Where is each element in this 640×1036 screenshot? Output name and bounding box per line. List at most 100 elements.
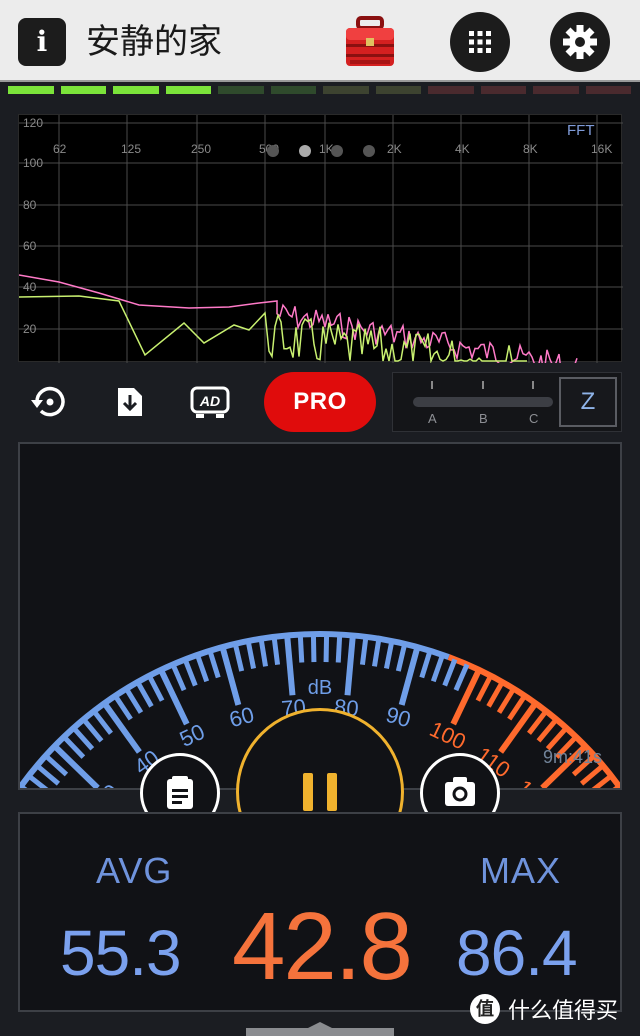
led-segment — [113, 86, 159, 94]
spectrum-fft-label: FFT — [567, 122, 595, 139]
meter-tick — [545, 726, 569, 751]
meter-tick — [496, 687, 516, 714]
spectrum-y-tick: 20 — [23, 322, 37, 336]
meter-tick — [475, 674, 494, 702]
meter-tick — [579, 763, 605, 786]
download-icon[interactable] — [108, 380, 152, 424]
avg-value: 55.3 — [60, 917, 182, 989]
spectrum-x-tick: 62 — [53, 142, 67, 156]
watermark-logo: 值 — [470, 994, 500, 1024]
reset-icon[interactable] — [28, 380, 72, 424]
gear-icon — [563, 25, 597, 59]
meter-tick — [170, 663, 187, 692]
weighting-tick — [482, 381, 484, 389]
elapsed-timer: 9m:41s — [542, 747, 602, 767]
spectrum-x-tick: 2K — [387, 142, 402, 156]
spectrum-y-tick: 60 — [23, 239, 37, 253]
meter-tick — [91, 709, 113, 735]
meter-tick — [113, 694, 133, 721]
spectrum-x-tick: 250 — [191, 142, 211, 156]
meter-tick — [284, 635, 296, 696]
led-segment — [323, 86, 369, 94]
drawer-handle[interactable] — [246, 1022, 394, 1036]
weighting-tick — [532, 381, 534, 389]
level-led-strip — [8, 86, 634, 94]
weighting-c[interactable]: C — [529, 411, 538, 426]
apps-button[interactable] — [450, 12, 510, 72]
led-segment — [270, 86, 316, 94]
avg-label: AVG — [96, 850, 173, 891]
meter-tick — [453, 663, 470, 692]
settings-button[interactable] — [550, 12, 610, 72]
max-label: MAX — [480, 850, 562, 891]
meter-tick — [81, 717, 104, 743]
top-bar: i 安静的家 — [0, 0, 640, 82]
page-title: 安静的家 — [86, 22, 222, 62]
weighting-b[interactable]: B — [479, 411, 488, 426]
meter-tick — [536, 717, 559, 743]
led-segment — [428, 86, 474, 94]
meter-tick — [135, 680, 154, 708]
led-segment — [585, 86, 631, 94]
meter-tick — [486, 680, 505, 708]
led-segment — [533, 86, 579, 94]
spectrum-y-tick: 100 — [23, 156, 43, 170]
meter-tick — [35, 763, 61, 786]
readout-panel: AVG MAX 55.3 42.8 86.4 — [18, 812, 622, 1012]
pro-button[interactable]: PRO — [264, 372, 376, 432]
spectrum-y-tick: 120 — [23, 116, 43, 130]
spectrum-y-tick: 40 — [23, 280, 37, 294]
weighting-z-button[interactable]: Z — [559, 377, 617, 427]
weighting-slider[interactable] — [413, 397, 553, 407]
meter-tick — [344, 635, 356, 696]
spectrum-x-tick: 8K — [523, 142, 538, 156]
meter-tick — [245, 640, 257, 669]
max-value: 86.4 — [456, 917, 578, 989]
page-indicator-dot — [267, 145, 279, 157]
page-indicator-dot — [299, 145, 311, 157]
meter-tick — [258, 638, 269, 667]
meter-tick — [158, 668, 190, 726]
meter-tick — [419, 650, 433, 679]
led-segment — [218, 86, 264, 94]
meter-tick — [232, 643, 245, 672]
meter-tick — [527, 709, 549, 735]
info-icon: i — [36, 25, 48, 58]
meter-tick — [442, 658, 458, 687]
spectrum-y-tick: 80 — [23, 198, 37, 212]
info-button[interactable]: i — [18, 18, 66, 66]
spectrum-x-tick: 125 — [121, 142, 141, 156]
fft-spectrum-panel[interactable]: 12010080604020621252505001K2K4K8K16KFFT — [18, 114, 623, 379]
toolbox-icon[interactable] — [344, 14, 396, 68]
meter-tick — [335, 634, 343, 663]
watermark-text: 什么值得买 — [508, 999, 619, 1024]
meter-tick — [297, 634, 305, 663]
frequency-weighting-panel: A B C Z — [392, 372, 622, 432]
led-segment — [60, 86, 106, 94]
weighting-a[interactable]: A — [428, 411, 437, 426]
page-indicator-dot — [363, 145, 375, 157]
meter-scale-label: 100 — [426, 716, 470, 754]
unit-label: dB — [308, 677, 332, 699]
weighting-tick — [431, 381, 433, 389]
watermark: 值 什么值得买 — [470, 992, 618, 1026]
meter-tick — [271, 636, 281, 665]
meter-scale-label: 50 — [176, 719, 209, 752]
meter-tick — [207, 650, 221, 679]
spectrum-x-tick: 4K — [455, 142, 470, 156]
spectrum-x-tick: 16K — [591, 142, 612, 156]
fft-spectrum-chart: 12010080604020621252505001K2K4K8K16KFFT — [18, 115, 623, 379]
svg-text:AD: AD — [199, 393, 220, 409]
meter-tick — [146, 674, 165, 702]
meter-tick — [195, 654, 210, 683]
apps-grid-icon — [469, 31, 491, 53]
meter-tick — [182, 658, 198, 687]
meter-tick — [359, 636, 369, 665]
ad-icon[interactable]: AD — [188, 380, 232, 424]
page-indicator-dot — [331, 145, 343, 157]
meter-tick — [450, 668, 482, 726]
meter-tick — [383, 640, 395, 669]
led-segment — [165, 86, 211, 94]
meter-tick — [507, 694, 527, 721]
meter-tick — [430, 654, 445, 683]
